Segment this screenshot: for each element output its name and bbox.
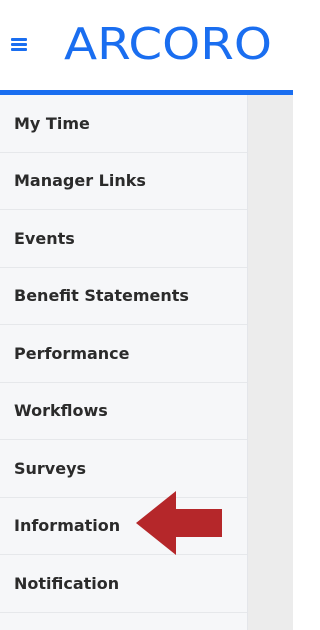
app-header: ARCORO [0, 0, 293, 90]
arcoro-logo[interactable]: ARCORO [64, 17, 274, 67]
sidebar-item-workflows[interactable]: Workflows [0, 383, 247, 440]
sidebar-item-manager-links[interactable]: Manager Links [0, 153, 247, 210]
sidebar-item-label: Notification [14, 573, 120, 593]
sidebar-item-benefit-statements[interactable]: Benefit Statements [0, 268, 247, 325]
sidebar-item-label: My Time [14, 113, 90, 133]
sidebar-item-label: Manager Links [14, 171, 146, 191]
sidebar-item-label: Information [14, 516, 121, 536]
sidebar-item-label: Workflows [14, 401, 108, 421]
sidebar-item-label: Benefit Statements [14, 286, 189, 306]
sidebar-item-label: Events [14, 228, 75, 248]
main-content [248, 95, 293, 630]
sidebar-item-notification[interactable]: Notification [0, 555, 247, 613]
sidebar-item-surveys[interactable]: Surveys [0, 440, 247, 498]
svg-text:ARCORO: ARCORO [64, 19, 272, 67]
sidebar-item-my-time[interactable]: My Time [0, 95, 247, 153]
left-arrow-icon [134, 490, 224, 556]
sidebar-item-performance[interactable]: Performance [0, 325, 247, 383]
hamburger-icon[interactable] [11, 38, 27, 51]
sidebar-item-label: Performance [14, 343, 130, 363]
sidebar-item-label: Surveys [14, 458, 87, 478]
sidebar-item-events[interactable]: Events [0, 210, 247, 268]
